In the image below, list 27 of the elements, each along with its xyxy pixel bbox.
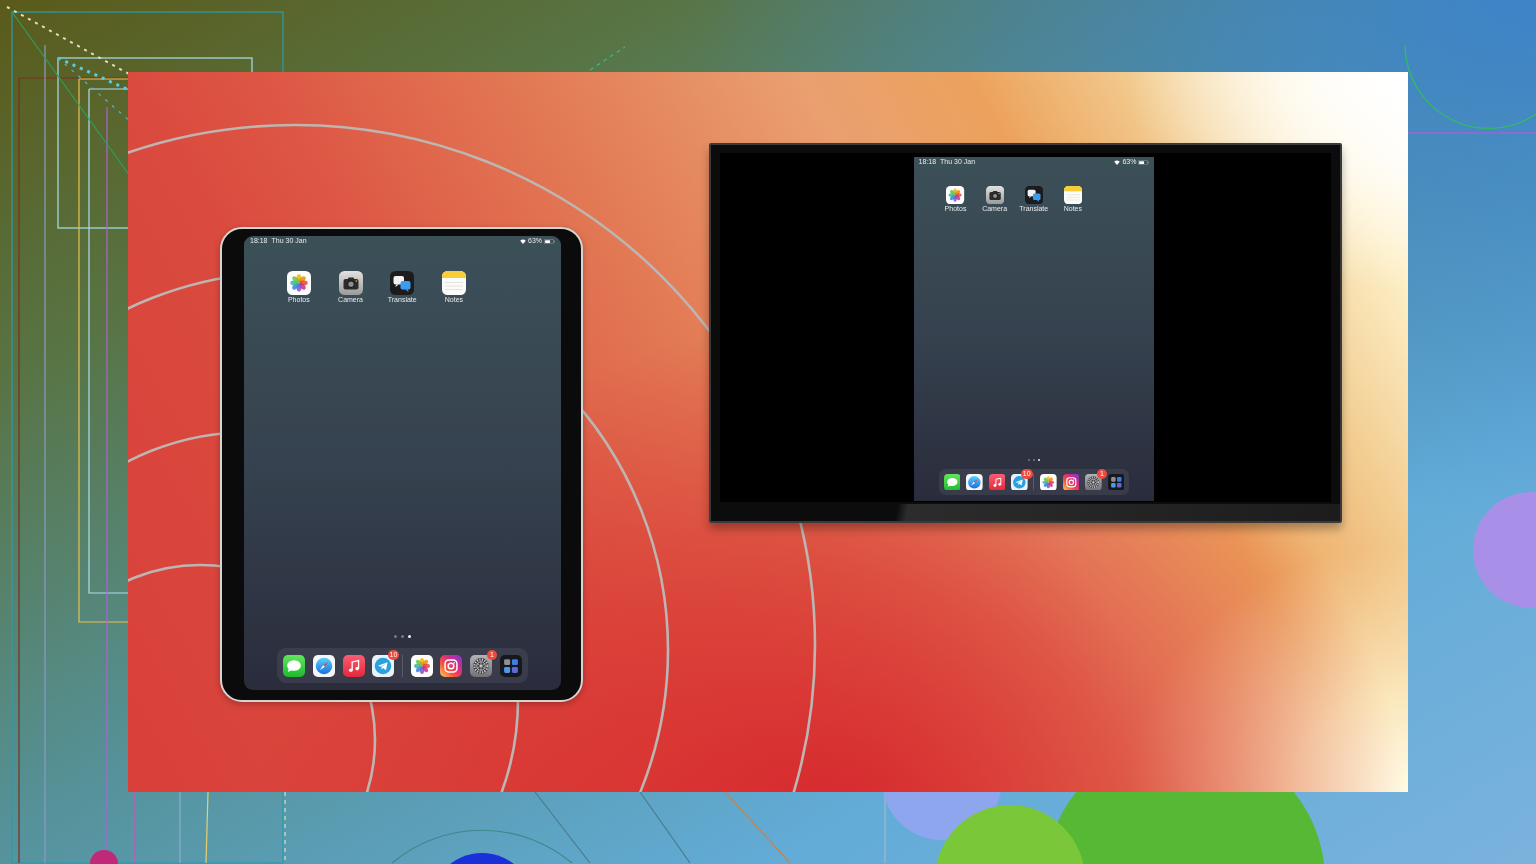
flower-icon xyxy=(1040,473,1057,491)
notepad-icon xyxy=(441,271,466,295)
app-grid-icon xyxy=(1107,473,1125,491)
compass-icon xyxy=(966,473,983,491)
music-note-icon xyxy=(988,473,1006,491)
flower-icon xyxy=(286,271,311,295)
gear-icon xyxy=(470,654,493,677)
flower-icon xyxy=(946,186,965,205)
battery-icon xyxy=(1138,160,1150,165)
speech-bubbles-icon xyxy=(1024,186,1043,205)
chat-bubble-icon xyxy=(283,654,306,677)
notepad-icon xyxy=(1063,186,1082,205)
music-note-icon xyxy=(342,654,365,677)
paper-plane-icon xyxy=(372,654,395,677)
flower-icon xyxy=(410,654,433,677)
app-grid-icon xyxy=(499,654,522,677)
camera-outline-icon xyxy=(440,654,463,677)
chat-bubble-icon xyxy=(943,473,961,491)
wifi-icon xyxy=(1114,160,1121,165)
battery-icon xyxy=(544,239,555,244)
speech-bubbles-icon xyxy=(390,271,415,295)
camera-icon xyxy=(985,186,1004,205)
compass-icon xyxy=(312,654,335,677)
wifi-icon xyxy=(520,239,526,244)
gear-icon xyxy=(1085,473,1102,491)
camera-icon xyxy=(338,271,363,295)
camera-outline-icon xyxy=(1062,473,1080,491)
